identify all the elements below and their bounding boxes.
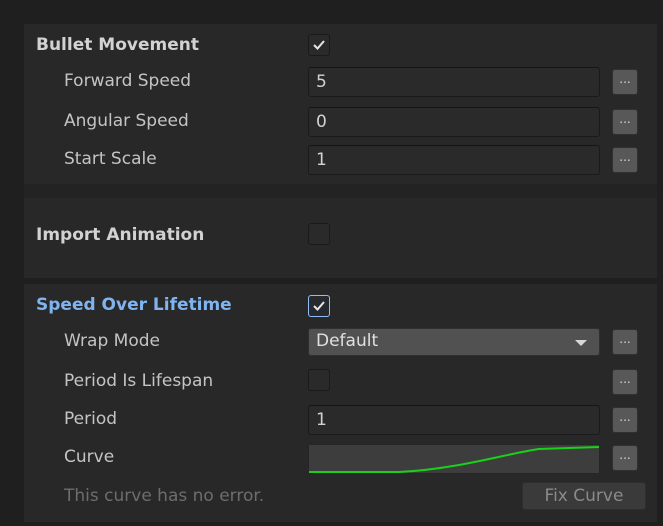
import-animation-header: Import Animation (36, 225, 205, 245)
curve-more-button[interactable]: ... (612, 445, 638, 471)
forward-speed-label: Forward Speed (64, 71, 192, 91)
forward-speed-more-button[interactable]: ... (612, 69, 638, 95)
bullet-movement-toggle[interactable] (308, 34, 330, 56)
forward-speed-input[interactable]: 5 (308, 67, 600, 97)
inspector-window: Bullet Movement Forward Speed 5 ... Angu… (0, 0, 663, 526)
start-scale-label: Start Scale (64, 149, 157, 169)
speed-over-lifetime-section: Speed Over Lifetime Wrap Mode Default ..… (24, 284, 657, 522)
speed-over-lifetime-toggle[interactable] (308, 295, 330, 317)
speed-over-lifetime-header-row: Speed Over Lifetime (24, 288, 657, 324)
angular-speed-row: Angular Speed 0 ... (24, 104, 657, 140)
period-is-lifespan-row: Period Is Lifespan ... (24, 364, 657, 400)
bullet-movement-header: Bullet Movement (36, 35, 199, 55)
checkmark-icon (313, 40, 325, 50)
forward-speed-row: Forward Speed 5 ... (24, 64, 657, 100)
import-animation-header-row: Import Animation (24, 218, 657, 254)
bullet-movement-header-row: Bullet Movement (24, 28, 657, 64)
fix-curve-button[interactable]: Fix Curve (522, 482, 646, 510)
checkmark-icon (313, 301, 325, 311)
curve-status-text: This curve has no error. (64, 486, 265, 506)
period-is-lifespan-more-button[interactable]: ... (612, 369, 638, 395)
import-animation-section: Import Animation (24, 198, 657, 278)
start-scale-input[interactable]: 1 (308, 145, 600, 175)
curve-label: Curve (64, 447, 115, 467)
period-is-lifespan-checkbox[interactable] (308, 369, 330, 391)
speed-over-lifetime-header: Speed Over Lifetime (36, 295, 232, 315)
import-animation-toggle[interactable] (308, 223, 330, 245)
period-more-button[interactable]: ... (612, 407, 638, 433)
angular-speed-more-button[interactable]: ... (612, 109, 638, 135)
curve-preview[interactable] (308, 444, 600, 474)
period-input[interactable]: 1 (308, 405, 600, 435)
wrap-mode-value: Default (316, 331, 379, 351)
bullet-movement-section: Bullet Movement Forward Speed 5 ... Angu… (24, 24, 657, 184)
angular-speed-input[interactable]: 0 (308, 107, 600, 137)
section-divider (24, 184, 657, 198)
dropdown-arrow-icon (575, 340, 587, 346)
start-scale-row: Start Scale 1 ... (24, 142, 657, 178)
wrap-mode-more-button[interactable]: ... (612, 329, 638, 355)
curve-line (309, 446, 599, 473)
period-label: Period (64, 409, 118, 429)
period-row: Period 1 ... (24, 402, 657, 438)
period-is-lifespan-label: Period Is Lifespan (64, 371, 214, 391)
curve-row: Curve ... (24, 440, 657, 476)
angular-speed-label: Angular Speed (64, 111, 189, 131)
wrap-mode-dropdown[interactable]: Default (308, 328, 600, 356)
start-scale-more-button[interactable]: ... (612, 147, 638, 173)
wrap-mode-label: Wrap Mode (64, 331, 160, 351)
wrap-mode-row: Wrap Mode Default ... (24, 324, 657, 360)
curve-status-row: This curve has no error. Fix Curve (24, 478, 657, 514)
curve-graph (309, 446, 599, 473)
